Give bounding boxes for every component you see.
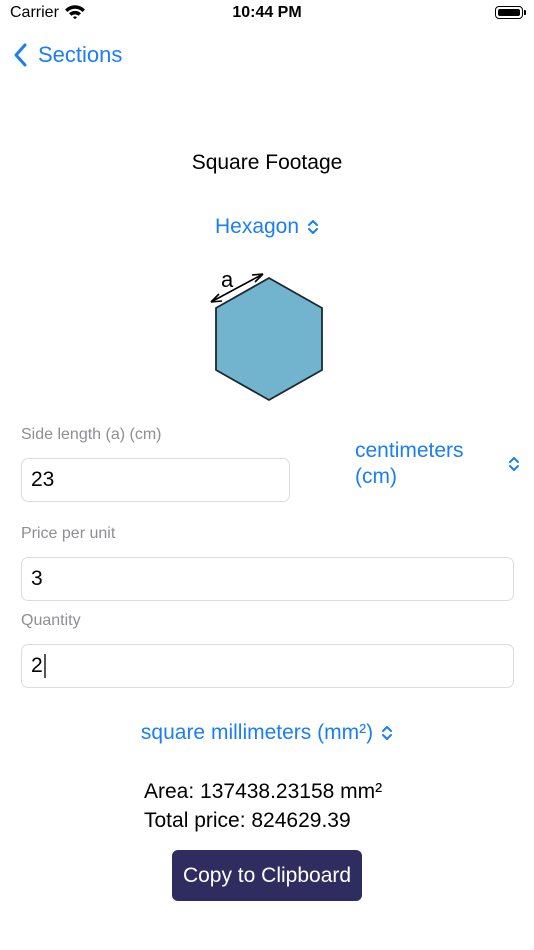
area-result: Area: 137438.23158 mm² (144, 780, 383, 803)
quantity-label: Quantity (21, 612, 81, 629)
area-unit-picker[interactable]: square millimeters (mm²) (0, 721, 534, 745)
side-dimension-label: a (221, 268, 234, 292)
length-unit-picker[interactable]: centimeters (cm) (355, 438, 520, 490)
shape-picker[interactable]: Hexagon (0, 215, 534, 239)
status-time: 10:44 PM (232, 4, 302, 21)
price-per-unit-value: 3 (31, 567, 43, 590)
side-length-value: 23 (31, 468, 55, 491)
price-per-unit-input[interactable]: 3 (21, 557, 514, 601)
quantity-value: 2 (31, 654, 43, 677)
battery-nub (524, 10, 526, 15)
length-unit-value: centimeters (cm) (355, 439, 464, 488)
chevron-up-down-icon (308, 220, 319, 234)
back-button[interactable]: Sections (14, 40, 122, 70)
text-cursor (43, 654, 46, 678)
total-price-result: Total price: 824629.39 (144, 809, 351, 832)
hexagon-diagram: a (210, 268, 323, 402)
shape-picker-value: Hexagon (214, 215, 300, 238)
battery-icon (495, 6, 523, 19)
side-length-input[interactable]: 23 (21, 458, 290, 502)
chevron-up-down-icon (509, 457, 519, 471)
back-label: Sections (38, 42, 123, 67)
area-unit-value: square millimeters (mm²) (140, 721, 374, 744)
chevron-left-icon (14, 43, 27, 67)
quantity-input[interactable]: 2 (21, 644, 514, 688)
price-per-unit-label: Price per unit (21, 525, 116, 542)
page-title: Square Footage (191, 151, 343, 174)
side-length-label: Side length (a) (cm) (21, 426, 162, 443)
chevron-up-down-icon (382, 726, 393, 740)
hexagon-shape (215, 276, 323, 402)
copy-to-clipboard-button[interactable]: Copy to Clipboard (172, 850, 362, 901)
